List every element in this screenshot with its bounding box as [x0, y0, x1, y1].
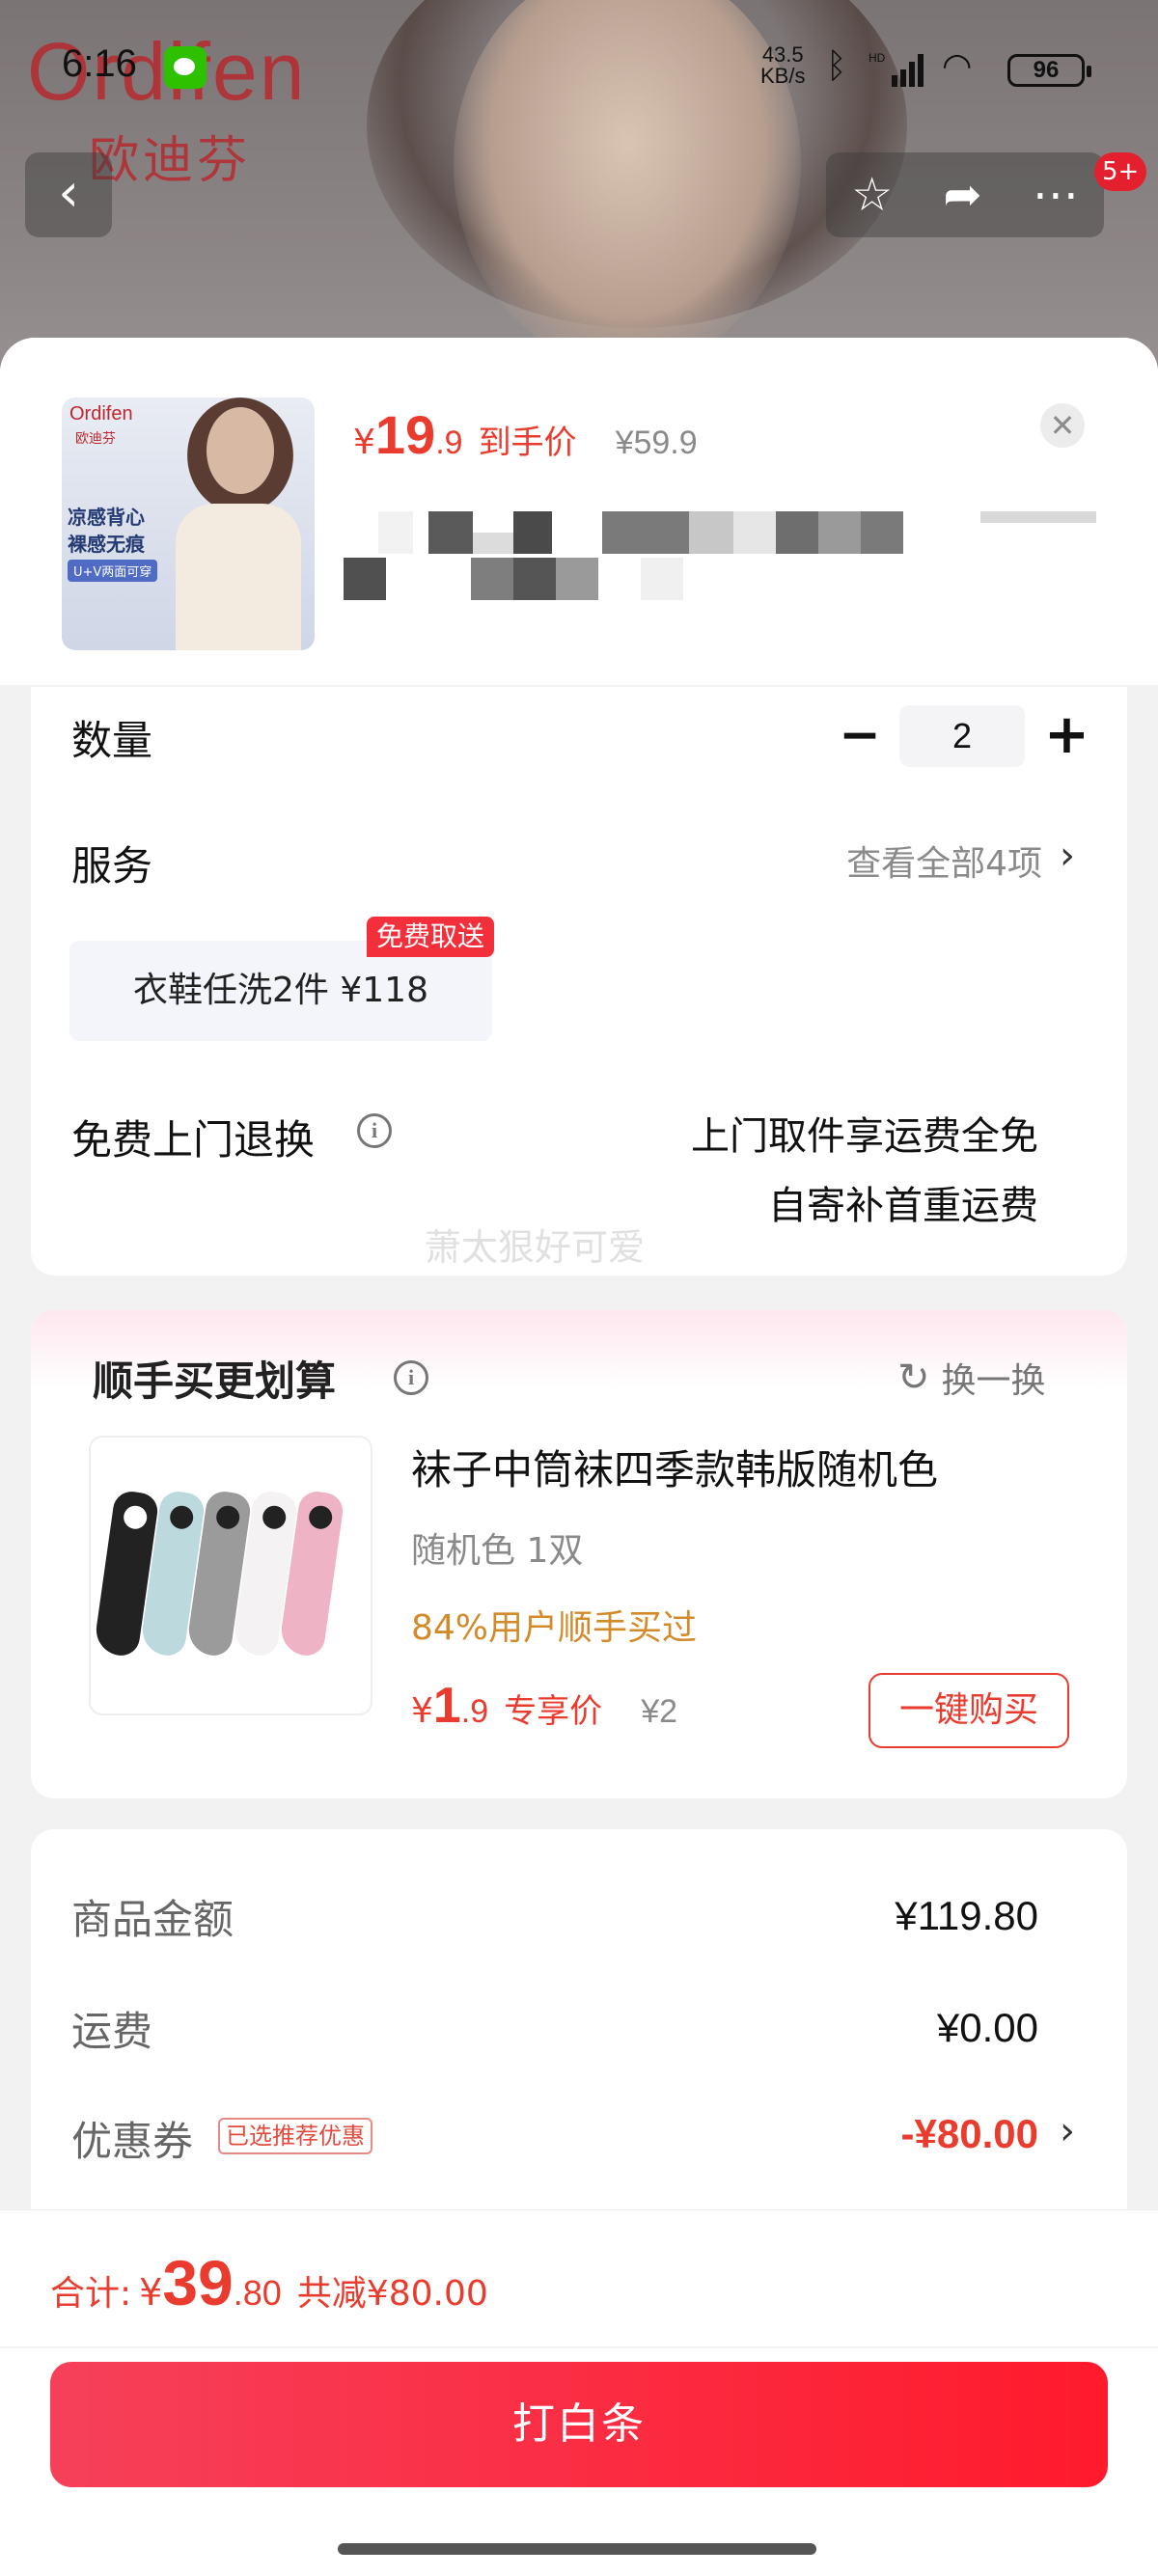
upsell-title: 顺手买更划算 — [93, 1357, 337, 1405]
upsell-original-price: ¥2 — [641, 1693, 678, 1730]
battery-indicator: 96 — [1007, 54, 1091, 87]
one-click-buy-button[interactable]: 一键购买 — [868, 1673, 1069, 1748]
total-saved: 共减¥80.00 — [296, 2274, 488, 2314]
original-price: ¥59.9 — [615, 425, 698, 461]
free-pickup-badge: 免费取送 — [367, 917, 495, 957]
total-integer: 39 — [162, 2247, 234, 2318]
quantity-decrease-button[interactable]: − — [838, 704, 882, 766]
upsell-item-name[interactable]: 袜子中筒袜四季款韩版随机色 — [411, 1438, 938, 1496]
message-count-badge: 5+ — [1094, 152, 1147, 191]
upsell-item-spec: 随机色 1双 — [411, 1531, 584, 1571]
shipping-value: ¥0.00 — [936, 2005, 1038, 2050]
upsell-price-integer: 1 — [432, 1678, 461, 1734]
thumb-line-1: 凉感背心 — [68, 506, 145, 529]
watermark-text: 萧太狠好可爱 — [425, 1226, 646, 1269]
free-return-label: 免费上门退换 — [71, 1116, 316, 1164]
home-indicator[interactable] — [338, 2543, 816, 2555]
coupon-discount-value[interactable]: -¥80.00 — [901, 2111, 1038, 2157]
price-integer: 19 — [374, 404, 436, 465]
close-button[interactable]: ✕ — [1040, 403, 1085, 448]
coupon-selected-tag: 已选推荐优惠 — [218, 2118, 372, 2154]
wechat-notification-icon — [164, 46, 207, 89]
service-view-all-link[interactable]: 查看全部4项 — [846, 836, 1042, 886]
chevron-right-icon[interactable]: › — [1060, 834, 1075, 878]
shipping-label: 运费 — [71, 2008, 153, 2055]
product-price: ¥ 19 .9 到手价 ¥59.9 — [353, 403, 698, 466]
total-symbol: ¥ — [139, 2271, 163, 2314]
price-symbol: ¥ — [353, 423, 375, 462]
quantity-input[interactable]: 2 — [899, 705, 1025, 767]
upsell-price-symbol: ¥ — [411, 1691, 433, 1731]
wifi-icon: ◠ — [942, 46, 973, 86]
coupon-label: 优惠券 — [71, 2118, 194, 2165]
return-desc-line-2: 自寄补首重运费 — [768, 1184, 1038, 1228]
return-desc-line-1: 上门取件享运费全免 — [691, 1114, 1038, 1159]
pay-with-baitiao-button[interactable]: 打白条 — [50, 2362, 1108, 2487]
share-icon[interactable]: ➦ — [943, 168, 981, 222]
price-tag: 到手价 — [478, 424, 577, 462]
signal-icon: HD — [868, 51, 924, 87]
star-icon[interactable]: ☆ — [851, 168, 893, 222]
goods-amount-value: ¥119.80 — [895, 1893, 1038, 1938]
coupon-chevron-right-icon[interactable]: › — [1060, 2109, 1075, 2153]
refresh-label: 换一换 — [941, 1361, 1046, 1401]
upsell-price-tag: 专享价 — [504, 1692, 603, 1731]
thumb-brand-cn: 欧迪芬 — [75, 431, 116, 447]
quantity-increase-button[interactable]: + — [1044, 704, 1089, 766]
status-bar: 6:16 43.5 KB/s ᛒ HD ◠ 96 — [0, 0, 1158, 135]
order-total: 合计: ¥ 39 .80 共减¥80.00 — [50, 2246, 488, 2319]
upsell-price: ¥ 1 .9 专享价 ¥2 — [411, 1677, 677, 1735]
net-speed: 43.5 KB/s — [760, 44, 805, 87]
censored-product-title — [344, 511, 1096, 608]
thumb-line-2: 裸感无痕 — [68, 533, 145, 556]
goods-amount-label: 商品金额 — [71, 1896, 234, 1943]
close-icon: ✕ — [1049, 407, 1076, 444]
top-actions: ☆ ➦ ⋯ — [826, 152, 1104, 237]
net-speed-value: 43.5 — [761, 42, 804, 67]
refresh-icon: ↻ — [897, 1356, 930, 1400]
refresh-button[interactable]: ↻ 换一换 — [897, 1353, 1046, 1403]
upsell-purchase-stat: 84%用户顺手买过 — [411, 1608, 698, 1648]
back-button[interactable]: ‹ — [25, 152, 112, 237]
network-type: HD — [868, 51, 886, 65]
net-speed-unit: KB/s — [760, 64, 806, 88]
free-return-description: 上门取件享运费全免 自寄补首重运费 — [691, 1102, 1038, 1241]
price-decimal: .9 — [435, 425, 463, 461]
service-label: 服务 — [71, 842, 153, 890]
product-thumbnail[interactable]: Ordifen 欧迪芬 凉感背心 裸感无痕 U+V两面可穿 — [62, 397, 315, 650]
more-icon[interactable]: ⋯ — [1033, 168, 1079, 222]
bluetooth-icon: ᛒ — [826, 46, 847, 86]
info-icon[interactable]: i — [357, 1113, 392, 1148]
quantity-label: 数量 — [71, 717, 153, 764]
upsell-info-icon[interactable]: i — [394, 1360, 428, 1395]
divider — [0, 2346, 1158, 2348]
total-label: 合计: — [50, 2274, 132, 2314]
upsell-price-decimal: .9 — [460, 1693, 489, 1730]
thumb-tag: U+V两面可穿 — [68, 560, 158, 582]
socks-image[interactable] — [89, 1436, 372, 1715]
status-time: 6:16 — [62, 42, 137, 85]
chevron-left-icon: ‹ — [58, 162, 79, 223]
thumb-brand: Ordifen — [69, 403, 133, 425]
total-decimal: .80 — [233, 2273, 282, 2313]
